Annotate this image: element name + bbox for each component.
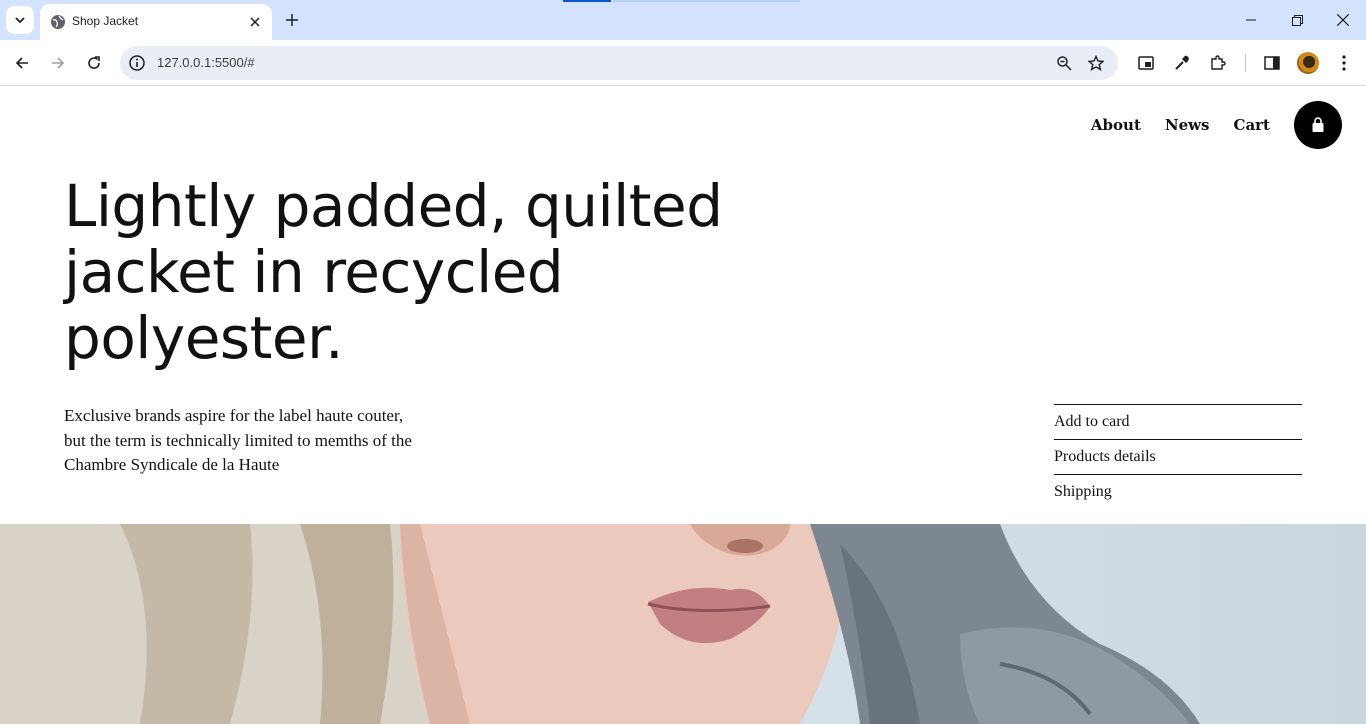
- nav-cart-link[interactable]: Cart: [1234, 101, 1271, 149]
- url-text[interactable]: 127.0.0.1:5500/#: [157, 54, 255, 72]
- tab-close-button[interactable]: [246, 13, 264, 31]
- star-icon: [1088, 55, 1104, 71]
- shipping-link[interactable]: Shipping: [1054, 474, 1302, 509]
- browser-tab-bar: Shop Jacket: [0, 0, 1366, 40]
- picture-in-picture-icon: [1138, 56, 1154, 70]
- bookmark-button[interactable]: [1086, 53, 1106, 73]
- tab-strip-indicator-track: [613, 0, 800, 2]
- nav-about-link[interactable]: About: [1091, 101, 1141, 149]
- globe-favicon-icon: [51, 15, 65, 29]
- info-icon[interactable]: [128, 54, 146, 72]
- profile-avatar[interactable]: [1297, 52, 1319, 74]
- products-details-link[interactable]: Products details: [1054, 439, 1302, 474]
- new-tab-button[interactable]: [280, 8, 304, 32]
- forward-icon: [52, 57, 65, 69]
- toolbar-separator: [1245, 54, 1246, 72]
- shopping-bag-button[interactable]: [1294, 101, 1342, 149]
- model-photo: [0, 524, 1200, 724]
- extensions-icon: [1211, 55, 1226, 70]
- forward-button[interactable]: [44, 49, 72, 77]
- zoom-button[interactable]: [1054, 53, 1074, 73]
- plus-icon: [286, 14, 298, 26]
- hero-image: [0, 524, 1366, 724]
- sidebar-icon: [1264, 56, 1280, 70]
- close-window-icon: [1337, 14, 1349, 26]
- product-options-menu: Add to card Products details Shipping: [1054, 404, 1302, 509]
- tab-strip-indicator: [563, 0, 611, 2]
- nav-news-link[interactable]: News: [1165, 101, 1210, 149]
- tab-title: Shop Jacket: [72, 14, 139, 28]
- browser-toolbar: 127.0.0.1:5500/#: [0, 40, 1366, 86]
- eyedropper-icon: [1175, 55, 1189, 70]
- page-headline: Lightly padded, quilted jacket in recycl…: [64, 172, 723, 372]
- site-nav: About News Cart: [1067, 101, 1342, 149]
- restore-icon: [1291, 14, 1303, 26]
- more-icon: [1342, 55, 1346, 71]
- reload-button[interactable]: [80, 49, 108, 77]
- intro-text: Exclusive brands aspire for the label ha…: [64, 406, 412, 474]
- browser-menu-button[interactable]: [1333, 52, 1355, 74]
- back-button[interactable]: [8, 49, 36, 77]
- close-window-button[interactable]: [1320, 0, 1366, 40]
- side-panel-button[interactable]: [1261, 52, 1283, 74]
- page: About News Cart Lightly padded, quilted …: [0, 87, 1366, 724]
- picture-in-picture-button[interactable]: [1135, 52, 1157, 74]
- back-icon: [15, 57, 28, 69]
- eyedropper-button[interactable]: [1171, 52, 1193, 74]
- zoom-icon: [1057, 56, 1072, 71]
- reload-icon: [88, 56, 100, 69]
- address-bar[interactable]: 127.0.0.1:5500/#: [120, 46, 1118, 80]
- minimize-icon: [1246, 19, 1256, 21]
- close-icon: [250, 17, 260, 27]
- restore-button[interactable]: [1274, 0, 1320, 40]
- browser-tab[interactable]: Shop Jacket: [40, 4, 272, 40]
- add-to-card-link[interactable]: Add to card: [1054, 404, 1302, 439]
- extensions-button[interactable]: [1207, 52, 1229, 74]
- shopping-bag-icon: [1312, 117, 1324, 132]
- tab-search-icon: [15, 17, 25, 24]
- tab-search-button[interactable]: [6, 6, 34, 34]
- minimize-button[interactable]: [1228, 0, 1274, 40]
